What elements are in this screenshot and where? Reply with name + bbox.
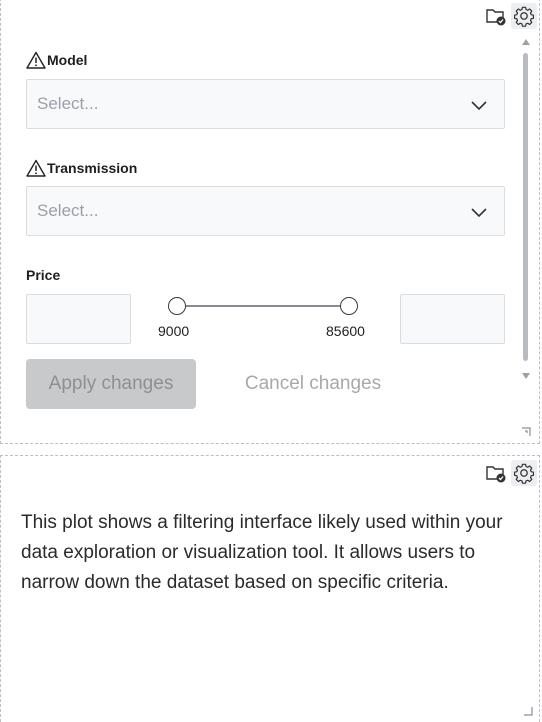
resize-handle-icon[interactable] [521,425,533,437]
folder-check-icon [486,9,506,26]
folder-check-button[interactable] [483,460,509,486]
warning-icon [26,51,46,69]
folder-check-icon [486,466,506,483]
price-max-input[interactable] [400,294,505,344]
filter-panel: Model Select... Transmission Select... P… [0,0,540,444]
apply-changes-button[interactable]: Apply changes [26,359,196,409]
transmission-label-text: Transmission [47,160,138,176]
scroll-up-arrow-icon[interactable] [522,39,530,45]
price-max-label: 85600 [326,323,365,339]
price-label: Price [26,267,60,283]
chevron-down-icon [471,208,487,218]
folder-check-button[interactable] [483,3,509,29]
price-slider-min-handle[interactable] [168,297,186,315]
panel-toolbar [483,460,537,486]
model-label-text: Model [47,52,88,68]
price-min-label: 9000 [158,323,190,339]
chevron-down-icon [471,101,487,111]
cancel-changes-button[interactable]: Cancel changes [223,359,403,409]
text-panel: This plot shows a filtering interface li… [0,455,540,722]
transmission-select[interactable]: Select... [26,186,505,236]
model-label: Model [26,51,87,69]
gear-icon [513,6,535,27]
scroll-down-arrow-icon[interactable] [522,373,530,379]
transmission-select-placeholder: Select... [37,201,99,220]
settings-button[interactable] [511,460,537,486]
description-text: This plot shows a filtering interface li… [21,512,503,593]
transmission-label: Transmission [26,159,137,177]
gear-icon [513,463,535,484]
price-slider-track[interactable] [177,305,349,307]
price-min-input[interactable] [26,294,131,344]
model-select-placeholder: Select... [37,94,99,113]
price-slider-max-handle[interactable] [340,297,358,315]
panel-toolbar [483,3,537,29]
vertical-scrollbar[interactable] [520,39,532,379]
scrollbar-thumb[interactable] [523,53,528,361]
settings-button[interactable] [511,3,537,29]
warning-icon [26,159,46,177]
price-label-text: Price [26,267,61,283]
model-select[interactable]: Select... [26,79,505,129]
resize-handle-icon[interactable] [523,706,533,716]
